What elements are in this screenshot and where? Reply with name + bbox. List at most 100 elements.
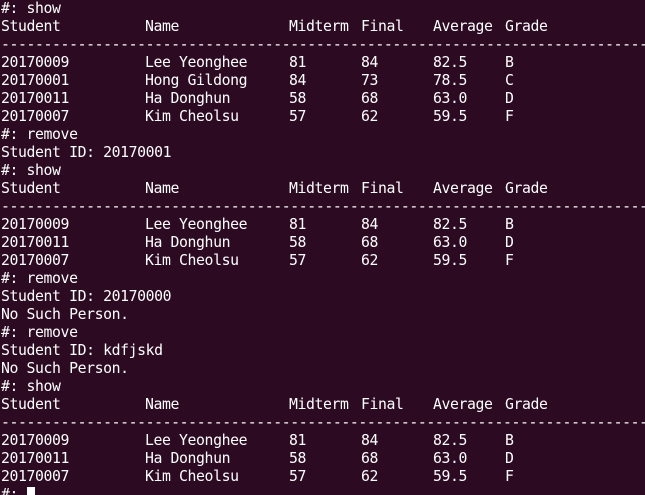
table-rule: ----------------------------------------… [0,414,645,432]
table-row-cell: 62 [361,252,379,269]
table-row-cell: Lee Yeonghee [145,54,248,71]
table-header-cell: Student [1,396,61,413]
command-line: #: show [0,162,645,180]
output-line-text: Student ID: 20170001 [1,144,172,161]
output-line-text: No Such Person. [1,306,129,323]
table-rule: ----------------------------------------… [0,198,645,216]
table-row-cell: 57 [289,252,307,269]
table-row-cell: D [505,450,514,467]
table-rule: ----------------------------------------… [0,36,645,54]
table-row-cell: 82.5 [433,432,468,449]
output-line: Student ID: kdfjskd [0,342,645,360]
table-row-cell: 62 [361,468,379,485]
table-row-cell: 84 [361,54,379,71]
table-row-cell: Hong Gildong [145,72,248,89]
table-row-cell: 20170011 [1,90,70,107]
table-header-cell: Average [433,396,493,413]
command-line: #: show [0,0,645,18]
table-row-cell: B [505,54,514,71]
table-row: 20170011 Ha Donghun 58 68 63.0 D [0,234,645,252]
table-header-cell: Grade [505,18,548,35]
output-line: No Such Person. [0,306,645,324]
table-row-cell: 20170011 [1,234,70,251]
table-row: 20170011 Ha Donghun 58 68 63.0 D [0,90,645,108]
table-row: 20170009 Lee Yeonghee 81 84 82.5 B [0,54,645,72]
table-row-cell: 84 [289,72,307,89]
table-row-cell: 59.5 [433,468,468,485]
table-row-cell: 59.5 [433,108,468,125]
table-row-cell: F [505,108,514,125]
command-line-text: #: show [1,162,61,179]
table-row-cell: 84 [361,216,379,233]
input-prompt-area[interactable]: #: [1,486,35,495]
table-header-cell: Midterm [289,18,349,35]
terminal-window[interactable]: #: show Student Name Midterm Final Average Gra… [0,0,645,495]
table-row-cell: Kim Cheolsu [145,108,239,125]
table-row-cell: 84 [361,432,379,449]
table-header-cell: Name [145,180,180,197]
output-line-text: Student ID: 20170000 [1,288,172,305]
table-row: 20170009 Lee Yeonghee 81 84 82.5 B [0,432,645,450]
table-header-cell: Name [145,18,180,35]
table-header: Student Name Midterm Final Average Grade [0,180,645,198]
table-row-cell: F [505,468,514,485]
table-row-cell: 68 [361,90,379,107]
command-line: #: remove [0,126,645,144]
table-row-cell: 58 [289,234,307,251]
table-rule-text: ----------------------------------------… [1,414,645,431]
table-row-cell: Kim Cheolsu [145,252,239,269]
table-row-cell: 82.5 [433,54,468,71]
table-row-cell: 59.5 [433,252,468,269]
table-row-cell: 68 [361,234,379,251]
table-row-cell: Lee Yeonghee [145,432,248,449]
table-row-cell: F [505,252,514,269]
table-row-cell: 62 [361,108,379,125]
command-line-text: #: remove [1,126,78,143]
table-header: Student Name Midterm Final Average Grade [0,396,645,414]
table-row-cell: 63.0 [433,90,468,107]
table-rule-text: ----------------------------------------… [1,36,645,53]
table-row: 20170011 Ha Donghun 58 68 63.0 D [0,450,645,468]
table-row: 20170001 Hong Gildong 84 73 78.5 C [0,72,645,90]
table-row-cell: 73 [361,72,379,89]
table-row-cell: 78.5 [433,72,468,89]
table-header-cell: Final [361,180,404,197]
command-line: #: remove [0,270,645,288]
output-line-text: No Such Person. [1,360,129,377]
table-row-cell: 20170009 [1,216,70,233]
command-line: #: show [0,378,645,396]
table-row-cell: D [505,234,514,251]
command-line-text: #: show [1,0,61,17]
table-row-cell: 82.5 [433,216,468,233]
table-header-cell: Average [433,180,493,197]
table-row-cell: B [505,216,514,233]
table-row-cell: 20170009 [1,432,70,449]
table-header-cell: Grade [505,396,548,413]
table-row-cell: 58 [289,90,307,107]
output-line-text: Student ID: kdfjskd [1,342,163,359]
table-row: 20170007 Kim Cheolsu 57 62 59.5 F [0,252,645,270]
table-rule-text: ----------------------------------------… [1,198,645,215]
prompt-text: #: [1,486,27,495]
table-header: Student Name Midterm Final Average Grade [0,18,645,36]
table-row-cell: Ha Donghun [145,90,231,107]
table-row-cell: 20170009 [1,54,70,71]
table-header-cell: Final [361,18,404,35]
table-row-cell: 58 [289,450,307,467]
table-row-cell: C [505,72,514,89]
table-row-cell: 81 [289,54,307,71]
table-header-cell: Final [361,396,404,413]
table-row-cell: 20170011 [1,450,70,467]
table-row: 20170007 Kim Cheolsu 57 62 59.5 F [0,468,645,486]
table-row-cell: Lee Yeonghee [145,216,248,233]
table-header-cell: Grade [505,180,548,197]
table-row-cell: Kim Cheolsu [145,468,239,485]
text-cursor [26,487,35,495]
input-prompt: #: [0,486,645,495]
table-header-cell: Midterm [289,396,349,413]
table-row-cell: 63.0 [433,450,468,467]
table-header-cell: Student [1,18,61,35]
output-line: Student ID: 20170001 [0,144,645,162]
table-row-cell: 68 [361,450,379,467]
table-row-cell: Ha Donghun [145,234,231,251]
